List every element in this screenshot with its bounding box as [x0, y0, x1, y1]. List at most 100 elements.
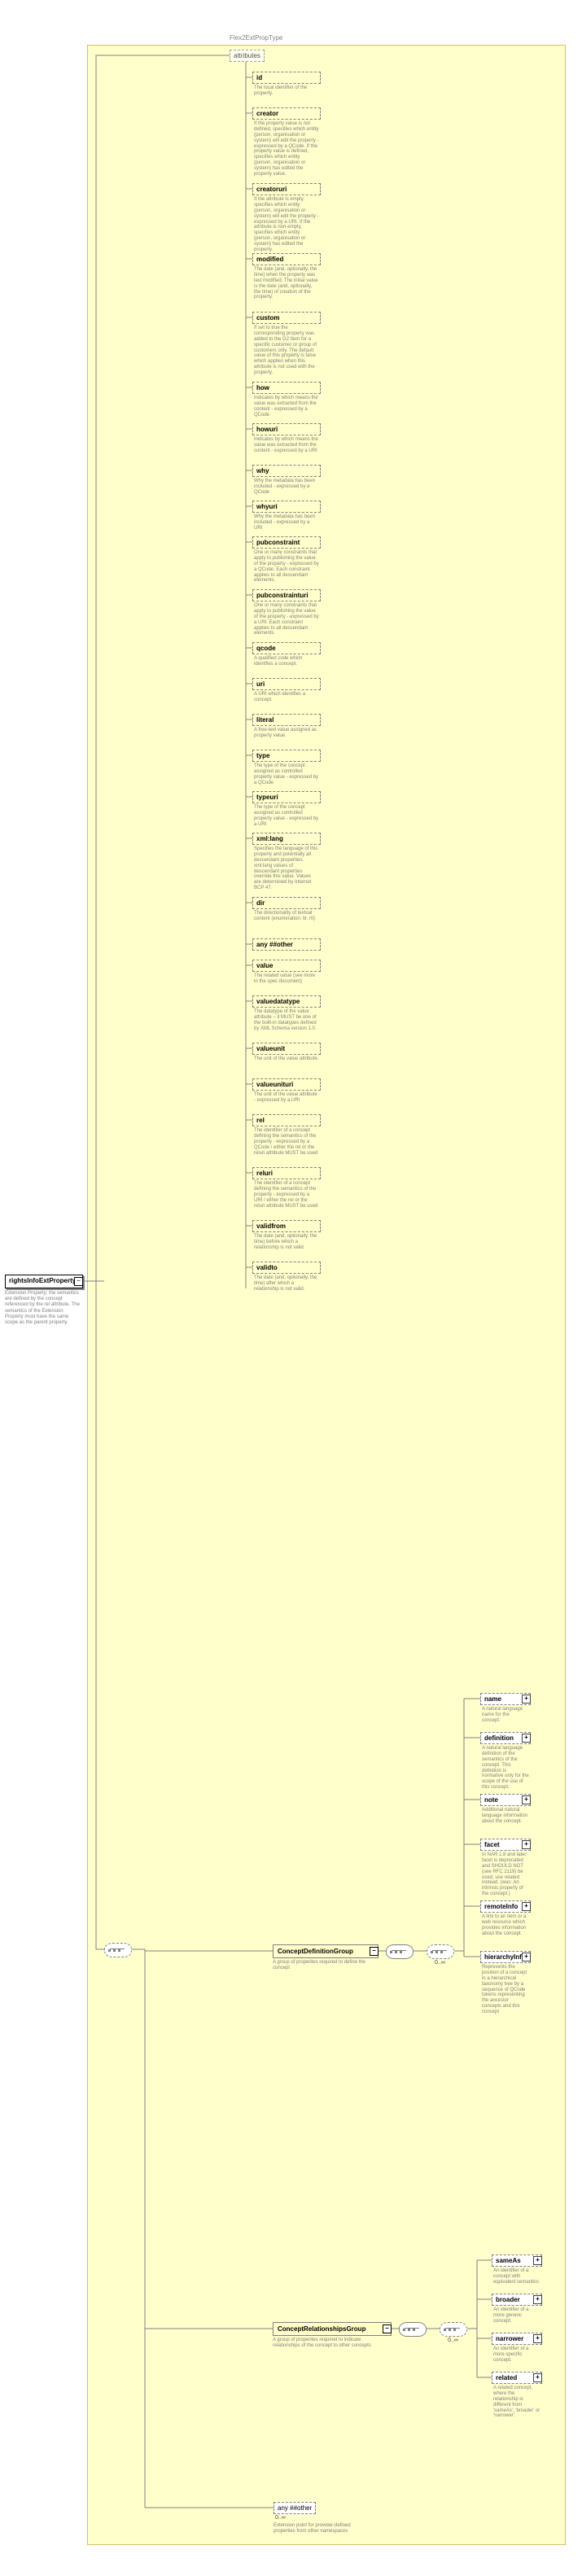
attribute-name: validto — [252, 1262, 321, 1274]
collapse-toggle[interactable]: − — [383, 2325, 392, 2333]
attribute-how[interactable]: howIndicates by which means the value wa… — [252, 382, 321, 418]
element-desc: An identifier of a concept with equivale… — [492, 2267, 542, 2285]
any-other-label: any ##other — [278, 2504, 312, 2512]
attribute-valueunit[interactable]: valueunitThe unit of the value attribute… — [252, 1043, 321, 1062]
element-remoteinfo[interactable]: remoteInfo+A link to an item or a web re… — [480, 1900, 531, 1937]
element-definition[interactable]: definition+A natural language definition… — [480, 1732, 531, 1791]
attribute-validto[interactable]: validtoThe date (and, optionally, the ti… — [252, 1262, 321, 1292]
attribute-desc: One or many constraints that apply to pu… — [252, 601, 321, 636]
attribute-reluri[interactable]: reluriThe identifier of a concept defini… — [252, 1167, 321, 1209]
attribute-why[interactable]: whyWhy the metadata has been included - … — [252, 465, 321, 496]
main-container — [87, 45, 566, 2545]
attribute-name: valuedatatype — [252, 995, 321, 1008]
element-name: sameAs+ — [492, 2255, 542, 2267]
attribute-valuedatatype[interactable]: valuedatatypeThe datatype of the value a… — [252, 995, 321, 1032]
attribute-desc: Why the metadata has been included - exp… — [252, 513, 321, 531]
attribute-typeuri[interactable]: typeuriThe type of the concept assigned … — [252, 791, 321, 828]
element-name: related+ — [492, 2372, 542, 2384]
attribute-name: howuri — [252, 423, 321, 435]
element-hierarchyinfo[interactable]: hierarchyInfo+Represents the position of… — [480, 1951, 531, 2015]
attribute-name: value — [252, 960, 321, 972]
sequence-compositor-g1-inner — [427, 1944, 454, 1959]
attribute-creator[interactable]: creatorIf the property value is not defi… — [252, 107, 321, 177]
attribute-name: any ##other — [252, 938, 321, 951]
element-narrower[interactable]: narrower+An identifier of a more specifi… — [492, 2333, 542, 2364]
attribute-modified[interactable]: modifiedThe date (and, optionally, the t… — [252, 253, 321, 300]
element-sameas[interactable]: sameAs+An identifier of a concept with e… — [492, 2255, 542, 2285]
attributes-group-label: attributes — [234, 52, 260, 59]
attribute-name: typeuri — [252, 791, 321, 803]
attribute-desc: A free-text value assigned as property v… — [252, 726, 321, 739]
attribute-pubconstraint[interactable]: pubconstraintOne or many constraints tha… — [252, 536, 321, 584]
element-note[interactable]: note+Additional natural language informa… — [480, 1794, 531, 1825]
expand-icon[interactable]: + — [522, 1840, 531, 1849]
expand-icon[interactable]: + — [533, 2334, 542, 2343]
attribute-name: creatoruri — [252, 183, 321, 195]
attribute-validfrom[interactable]: validfromThe date (and, optionally, the … — [252, 1220, 321, 1251]
attributes-group[interactable]: attributes — [230, 50, 265, 62]
attribute-desc: The date (and, optionally, the time) bef… — [252, 1232, 321, 1251]
element-facet[interactable]: facet+In NAR 1.8 and later: facet is dep… — [480, 1839, 531, 1897]
element-name: name+ — [480, 1693, 531, 1705]
attribute-value[interactable]: valueThe related value (see more in the … — [252, 960, 321, 985]
attribute-dir[interactable]: dirThe directionality of textual content… — [252, 897, 321, 922]
concept-relationships-group-desc: A group of properites required to indica… — [273, 2338, 382, 2349]
attribute-xml-lang[interactable]: xml:langSpecifies the language of this p… — [252, 833, 321, 891]
attribute-id[interactable]: idThe local identifier of the property. — [252, 72, 321, 97]
attribute-name: reluri — [252, 1167, 321, 1179]
expand-icon[interactable]: + — [522, 1902, 531, 1911]
expand-icon[interactable]: + — [533, 2256, 542, 2265]
expand-icon[interactable]: + — [522, 1695, 531, 1703]
element-name[interactable]: name+A natural language name for the con… — [480, 1693, 531, 1724]
any-other-element[interactable]: any ##other — [273, 2502, 316, 2514]
attribute-pubconstrainturi[interactable]: pubconstrainturiOne or many constraints … — [252, 589, 321, 636]
element-name: hierarchyInfo+ — [480, 1951, 531, 1963]
collapse-toggle[interactable]: − — [370, 1947, 379, 1956]
attribute-name: validfrom — [252, 1220, 321, 1232]
attribute-desc: Indicates by which means the value was e… — [252, 435, 321, 454]
group-label: ConceptDefinitionGroup — [278, 1948, 353, 1955]
expand-icon[interactable]: + — [522, 1795, 531, 1804]
attribute-name: dir — [252, 897, 321, 909]
attribute-desc: The identifier of a concept defining the… — [252, 1179, 321, 1209]
attribute-custom[interactable]: customIf set to true the corresponding p… — [252, 312, 321, 376]
attribute-valueunituri[interactable]: valueunituriThe unit of the value attrib… — [252, 1078, 321, 1104]
attribute-desc: Indicates by which means the value was e… — [252, 394, 321, 418]
root-element-desc: Extension Property; the semantics are de… — [5, 1291, 81, 1326]
attribute-howuri[interactable]: howuriIndicates by which means the value… — [252, 423, 321, 454]
attribute-name: pubconstrainturi — [252, 589, 321, 601]
attribute-creatoruri[interactable]: creatoruriIf the attribute is empty, spe… — [252, 183, 321, 253]
element-related[interactable]: related+A related concept, where the rel… — [492, 2372, 542, 2419]
attribute-any-other[interactable]: any ##other — [252, 938, 321, 951]
attribute-desc: The type of the concept assigned as cont… — [252, 803, 321, 828]
attribute-desc: A URI which identifies a concept. — [252, 690, 321, 703]
element-broader[interactable]: broader+An identifier of a more generic … — [492, 2294, 542, 2325]
concept-relationships-group[interactable]: ConceptRelationshipsGroup − — [273, 2322, 392, 2336]
expand-icon[interactable]: + — [533, 2373, 542, 2382]
expand-icon[interactable]: + — [522, 1953, 531, 1962]
collapse-toggle[interactable]: − — [74, 1277, 83, 1286]
any-other-occ: 0..∞ — [275, 2515, 286, 2521]
attribute-whyuri[interactable]: whyuriWhy the metadata has been included… — [252, 501, 321, 531]
root-element[interactable]: rightsInfoExtProperty − — [5, 1275, 83, 1288]
attribute-desc: The unit of the value attribute. — [252, 1055, 321, 1062]
attribute-rel[interactable]: relThe identifier of a concept defining … — [252, 1114, 321, 1156]
attribute-uri[interactable]: uriA URI which identifies a concept. — [252, 678, 321, 703]
element-name: remoteInfo+ — [480, 1900, 531, 1913]
concept-definition-group[interactable]: ConceptDefinitionGroup − — [273, 1944, 379, 1958]
attribute-name: whyuri — [252, 501, 321, 513]
element-desc: A natural language definition of the sem… — [480, 1744, 531, 1791]
group-label: ConceptRelationshipsGroup — [278, 2325, 365, 2333]
attribute-type[interactable]: typeThe type of the concept assigned as … — [252, 750, 321, 786]
expand-icon[interactable]: + — [522, 1734, 531, 1743]
attribute-desc: Why the metadata has been included - exp… — [252, 477, 321, 496]
expand-icon[interactable]: + — [533, 2295, 542, 2304]
attribute-desc: The date (and, optionally, the time) whe… — [252, 265, 321, 300]
element-desc: Additional natural language information … — [480, 1806, 531, 1825]
attribute-qcode[interactable]: qcodeA qualified code which identifies a… — [252, 642, 321, 667]
attribute-desc: The date (and, optionally, the time) aft… — [252, 1274, 321, 1292]
attribute-name: valueunituri — [252, 1078, 321, 1091]
attribute-literal[interactable]: literalA free-text value assigned as pro… — [252, 714, 321, 739]
attribute-name: custom — [252, 312, 321, 324]
attribute-desc: Specifies the language of this property … — [252, 845, 321, 891]
